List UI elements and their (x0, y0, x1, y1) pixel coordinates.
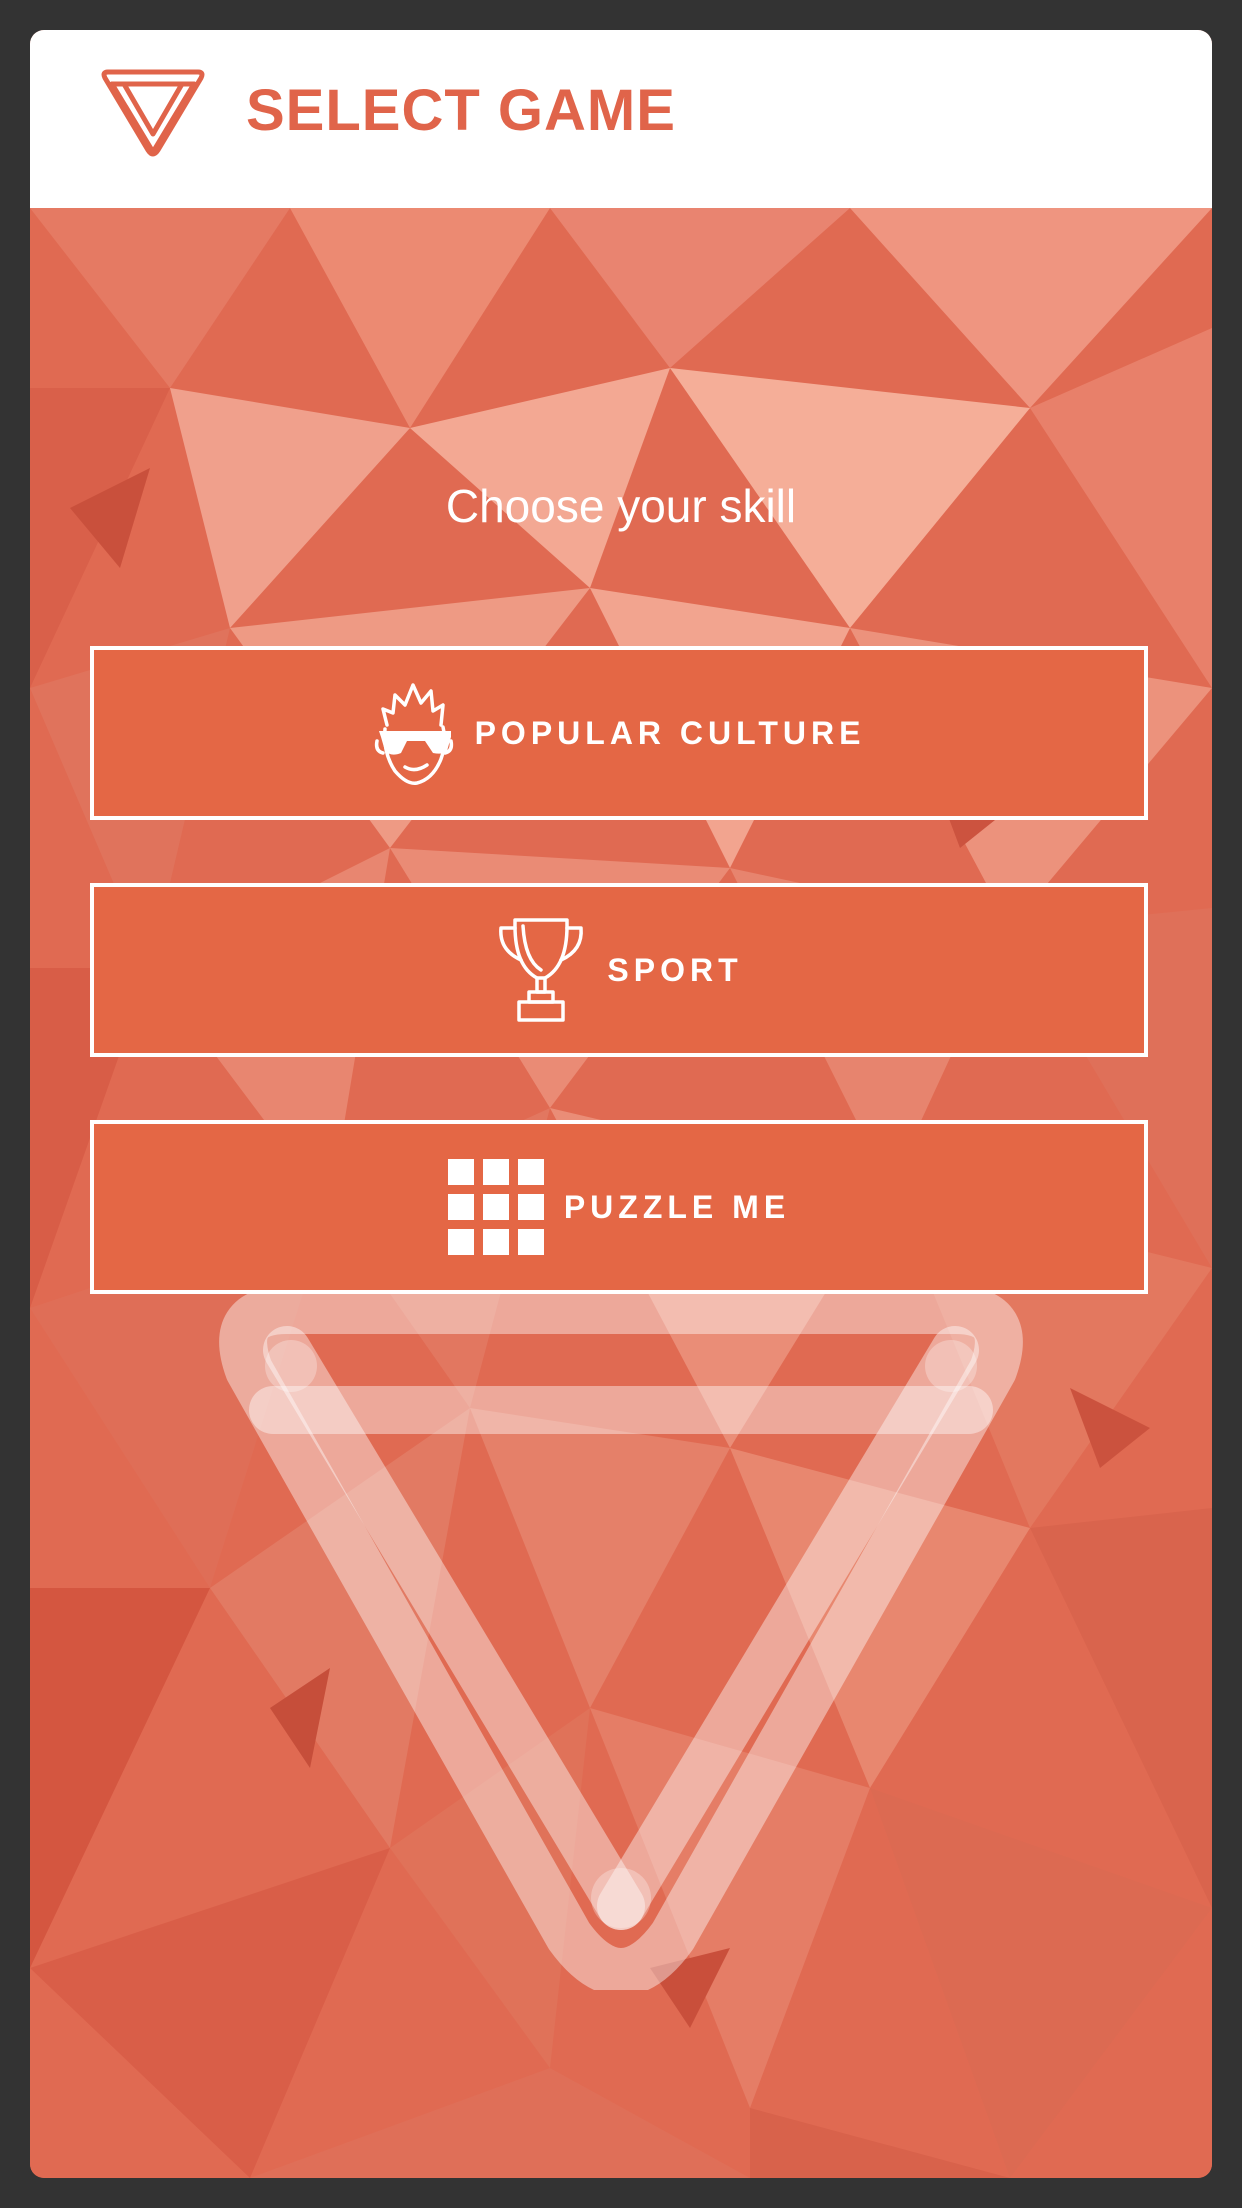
app-frame: SELECT GAME Choose your skill POPULAR CU… (30, 30, 1212, 2178)
header-bar: SELECT GAME (30, 30, 1212, 208)
face-with-sunglasses-icon (374, 683, 453, 785)
sport-label: SPORT (607, 951, 743, 988)
inverted-triangle-logo-icon (101, 69, 205, 157)
puzzle-me-label: PUZZLE ME (563, 1188, 791, 1225)
grid-icon (447, 1159, 544, 1255)
trophy-icon (499, 918, 584, 1022)
popular-culture-button[interactable]: POPULAR CULTURE (90, 646, 1148, 820)
puzzle-me-button[interactable]: PUZZLE ME (90, 1120, 1148, 1294)
main-content: Choose your skill POPULAR CULTURE SPORT … (30, 208, 1212, 2178)
page-title: SELECT GAME (246, 78, 676, 143)
inverted-triangle-watermark-icon (219, 1286, 1023, 1990)
choose-skill-heading: Choose your skill (445, 480, 797, 532)
popular-culture-label: POPULAR CULTURE (474, 714, 866, 751)
sport-button[interactable]: SPORT (90, 883, 1148, 1057)
